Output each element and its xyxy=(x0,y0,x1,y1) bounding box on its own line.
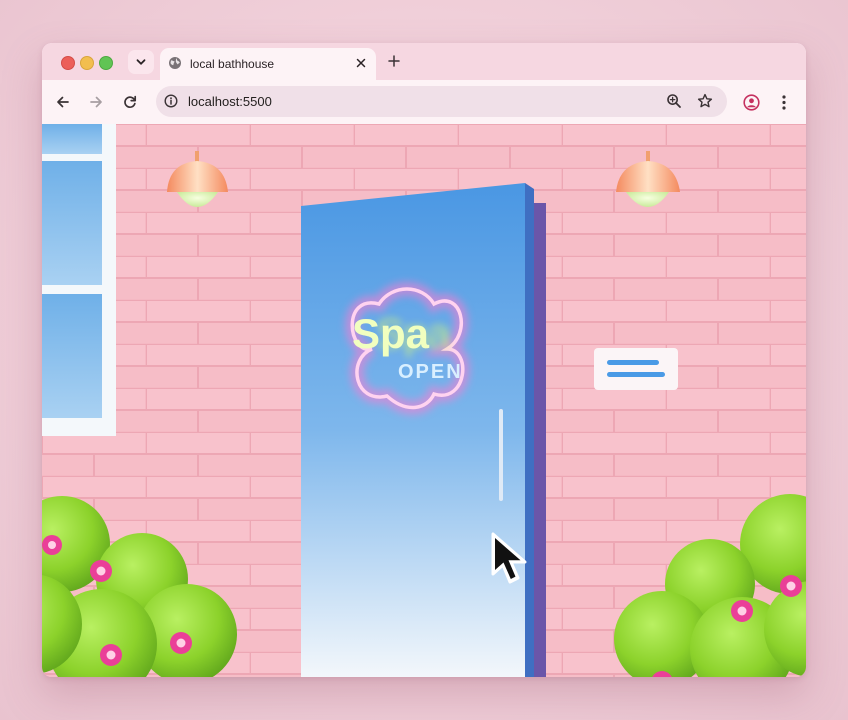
chevron-down-icon xyxy=(136,59,146,65)
mouse-pointer-icon xyxy=(491,532,527,584)
new-tab-button[interactable] xyxy=(386,53,402,69)
tab-search-button[interactable] xyxy=(128,50,154,74)
tab-local-bathhouse[interactable]: local bathhouse xyxy=(160,48,376,80)
door-handle[interactable] xyxy=(499,409,503,501)
plus-icon xyxy=(388,55,400,67)
zoom-icon[interactable] xyxy=(666,93,682,109)
neon-open-text: OPEN xyxy=(398,361,463,383)
flower xyxy=(170,632,192,654)
close-window-button[interactable] xyxy=(61,56,75,70)
forward-arrow-icon xyxy=(90,96,102,108)
bathhouse-illustration: Spa Spa OPEN xyxy=(42,124,806,677)
tab-close-button[interactable] xyxy=(354,56,368,70)
wall-plaque xyxy=(594,348,678,390)
window xyxy=(42,124,116,436)
page-content: Spa Spa OPEN xyxy=(42,124,806,677)
back-button[interactable] xyxy=(53,92,73,112)
maximize-window-button[interactable] xyxy=(99,56,113,70)
url-text[interactable]: localhost:5500 xyxy=(188,94,272,109)
reload-button[interactable] xyxy=(120,92,140,112)
star-icon[interactable] xyxy=(697,93,713,109)
browser-window: local bathhouse localhost:5500 Spa Spa O… xyxy=(42,43,806,677)
flower xyxy=(90,560,112,582)
globe-icon xyxy=(169,57,181,69)
info-icon[interactable] xyxy=(164,94,178,108)
close-icon xyxy=(356,58,366,68)
flower xyxy=(42,535,62,555)
flower xyxy=(780,575,802,597)
reload-icon xyxy=(124,95,137,108)
back-arrow-icon xyxy=(57,96,69,108)
neon-spa-text: Spa xyxy=(352,310,430,357)
forward-button[interactable] xyxy=(86,92,106,112)
minimize-window-button[interactable] xyxy=(80,56,94,70)
tab-title: local bathhouse xyxy=(190,57,275,71)
tab-strip: local bathhouse xyxy=(42,43,806,80)
flower xyxy=(731,600,753,622)
browser-toolbar: localhost:5500 xyxy=(42,80,806,124)
address-bar[interactable]: localhost:5500 xyxy=(156,86,727,117)
flower xyxy=(100,644,122,666)
profile-icon[interactable] xyxy=(743,94,760,111)
door[interactable] xyxy=(301,183,534,677)
kebab-menu-icon[interactable] xyxy=(780,94,788,111)
